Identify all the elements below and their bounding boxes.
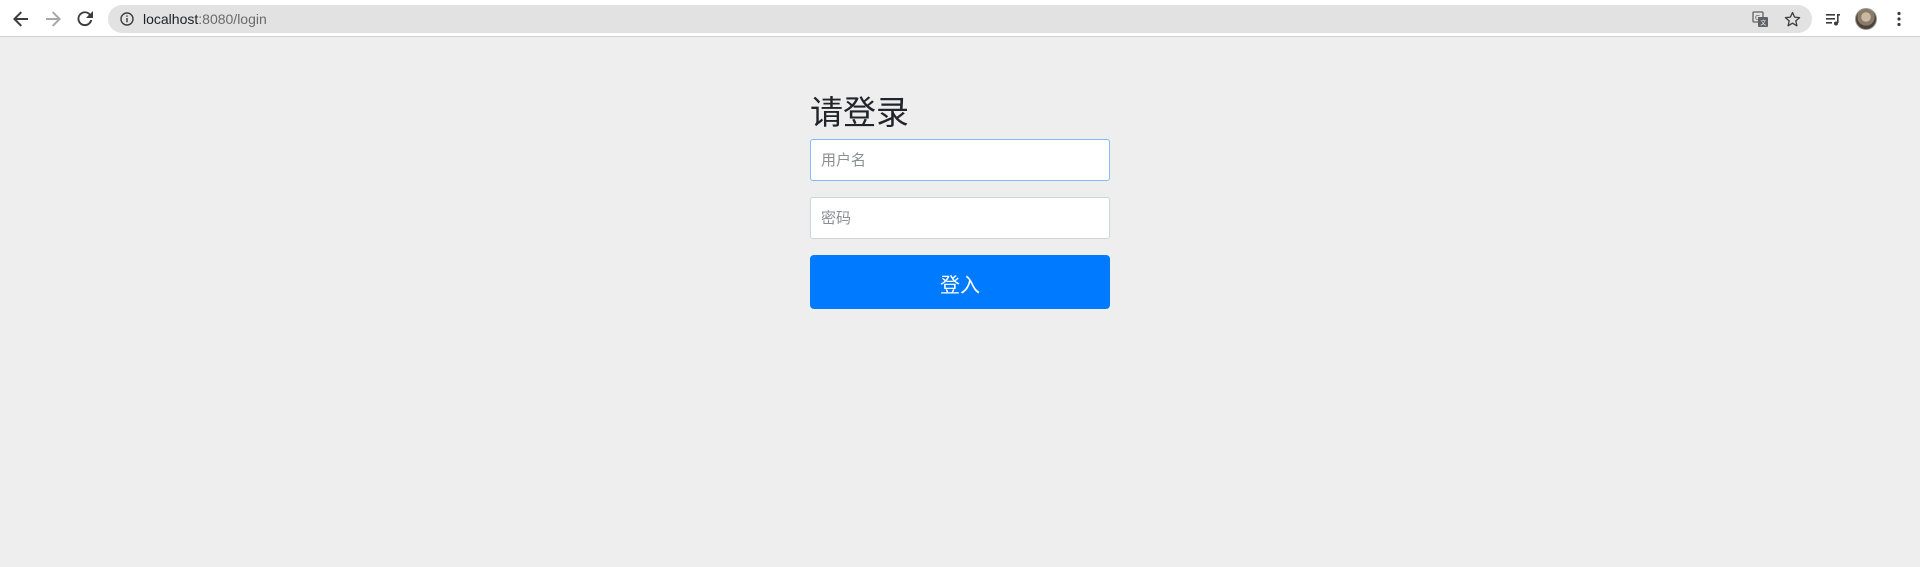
password-input[interactable]: [810, 197, 1110, 239]
avatar[interactable]: [1855, 8, 1877, 30]
url-text[interactable]: localhost:8080/login: [143, 11, 267, 27]
reload-icon: [76, 10, 94, 28]
forward-button[interactable]: [40, 6, 66, 32]
username-input[interactable]: [810, 139, 1110, 181]
tab-strip-edge: [0, 0, 492, 2]
reload-button[interactable]: [72, 6, 98, 32]
media-control-icon[interactable]: [1822, 8, 1844, 30]
arrow-right-icon: [44, 10, 62, 28]
svg-text:文: 文: [1760, 19, 1766, 27]
translate-icon[interactable]: G文: [1750, 9, 1770, 29]
url-path: :8080/login: [198, 11, 267, 27]
url-host: localhost: [143, 11, 199, 27]
arrow-left-icon: [12, 10, 30, 28]
login-button[interactable]: 登入: [810, 255, 1110, 309]
back-button[interactable]: [8, 6, 34, 32]
info-icon[interactable]: [119, 12, 134, 27]
address-bar[interactable]: localhost:8080/login G文: [108, 5, 1812, 33]
kebab-menu-icon[interactable]: [1888, 8, 1910, 30]
browser-toolbar: localhost:8080/login G文: [0, 0, 1920, 37]
star-icon[interactable]: [1782, 9, 1802, 29]
login-form: 请登录 登入: [810, 92, 1110, 309]
page-title: 请登录: [810, 93, 909, 132]
